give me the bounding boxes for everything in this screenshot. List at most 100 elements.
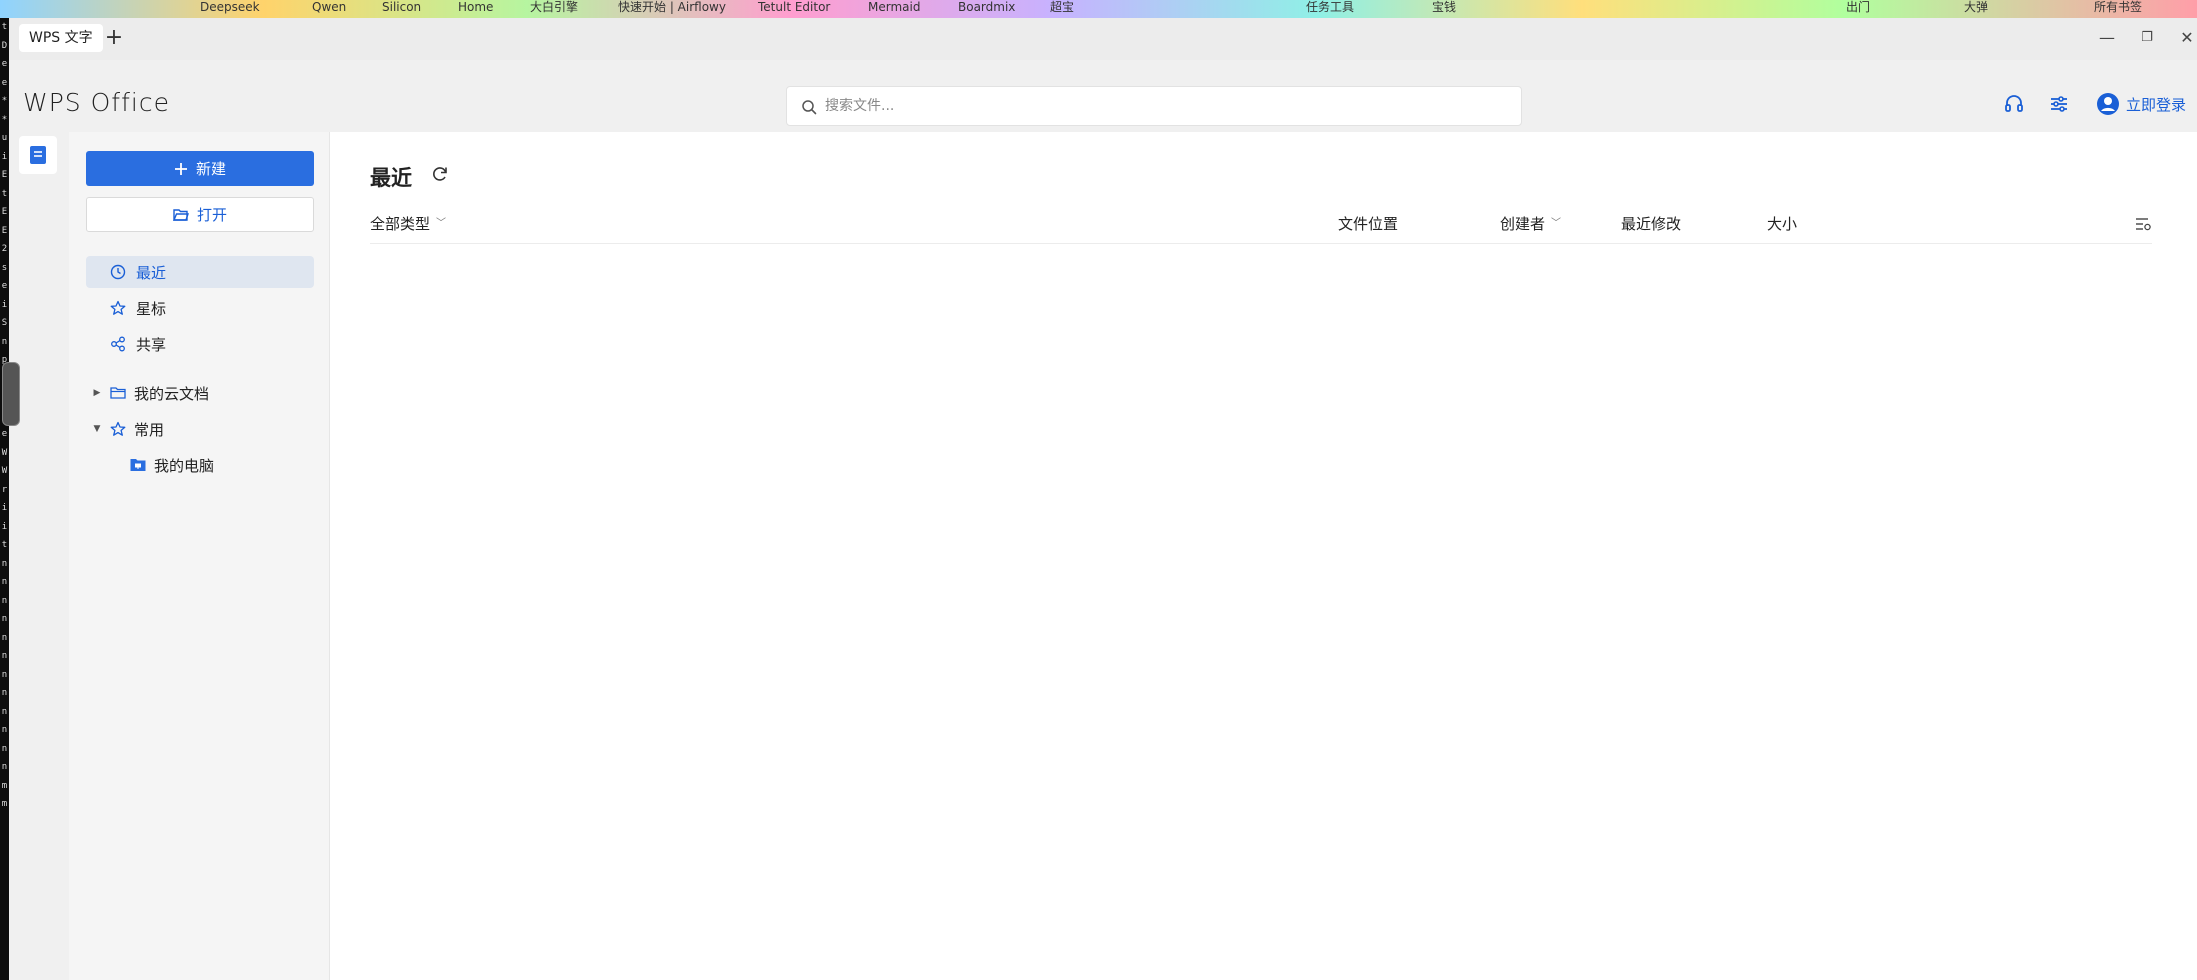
wps-logo: WPS Office — [23, 88, 170, 117]
new-button-label: 新建 — [195, 160, 226, 178]
document-icon — [30, 146, 46, 164]
terminal-char: n — [1, 558, 8, 569]
column-label: 最近修改 — [1621, 215, 1682, 233]
bookmark-item[interactable]: Boardmix — [958, 0, 1015, 18]
tab-wps-writer[interactable]: WPS 文字 — [19, 24, 103, 52]
wps-window: WPS 文字 + — ❐ ✕ WPS Office 搜索文件... 立即登录 新… — [9, 18, 2197, 980]
nav-item-recent[interactable]: 最近 — [86, 256, 314, 288]
rail-writer-button[interactable] — [19, 136, 57, 174]
column-modified[interactable]: 最近修改 — [1621, 212, 1681, 236]
login-label: 立即登录 — [2126, 95, 2187, 114]
minimize-button[interactable]: — — [2095, 28, 2119, 48]
terminal-char: n — [1, 725, 8, 735]
plus-icon — [174, 162, 187, 175]
expand-caret-icon[interactable]: ▶ — [92, 388, 102, 398]
user-avatar-icon — [2097, 93, 2119, 115]
bookmark-item[interactable]: Silicon — [382, 0, 421, 18]
bookmark-item[interactable]: 大弹 — [1964, 0, 1988, 18]
terminal-char: 2 — [1, 244, 8, 254]
bookmark-item[interactable]: 所有书签 — [2094, 0, 2142, 18]
panel-resize-handle[interactable] — [2, 362, 20, 426]
app-header: WPS Office 立即登录 — [9, 60, 2197, 132]
view-settings-icon[interactable] — [2134, 215, 2152, 233]
terminal-char: e — [1, 59, 8, 69]
tree-item-common[interactable]: ▼ 常用 — [86, 414, 164, 444]
column-label: 全部类型 — [370, 215, 431, 233]
share-icon — [111, 336, 125, 352]
terminal-char: m — [1, 780, 8, 791]
terminal-char: E — [1, 207, 8, 217]
open-button-label: 打开 — [196, 206, 227, 224]
tree-item-label: 我的云文档 — [134, 384, 210, 403]
terminal-char: i — [1, 503, 8, 513]
bookmark-item[interactable]: 超宝 — [1050, 0, 1074, 18]
terminal-char: e — [1, 281, 8, 291]
bookmark-item[interactable]: 大白引擎 — [530, 0, 578, 18]
terminal-char: D — [1, 40, 8, 51]
terminal-char: i — [1, 299, 8, 310]
login-button[interactable]: 立即登录 — [2096, 90, 2186, 118]
refresh-icon[interactable] — [430, 164, 450, 184]
nav-item-label: 共享 — [136, 335, 167, 354]
terminal-char: e — [1, 429, 8, 439]
terminal-char: n — [1, 762, 8, 772]
search-input[interactable] — [825, 87, 1505, 125]
close-button[interactable]: ✕ — [2175, 28, 2197, 48]
nav-item-share[interactable]: 共享 — [86, 328, 314, 360]
bookmark-item[interactable]: Tetult Editor — [758, 0, 830, 18]
terminal-char: n — [1, 688, 8, 698]
column-location[interactable]: 文件位置 — [1338, 212, 1398, 236]
terminal-char: i — [1, 521, 8, 532]
tree-item-my-computer[interactable]: 我的电脑 — [86, 450, 214, 480]
collapse-caret-icon[interactable]: ▼ — [92, 424, 102, 434]
new-button[interactable]: 新建 — [86, 151, 314, 186]
bookmark-item[interactable]: Home — [458, 0, 493, 18]
terminal-char: E — [1, 225, 8, 236]
bookmark-item[interactable]: 宝钱 — [1432, 0, 1456, 18]
terminal-char: m — [1, 799, 8, 809]
sidebar: 新建 打开 最近 星标 共享 ▶ 我的云文档 ▼ 常用 我的电脑 — [69, 132, 330, 980]
tab-bar: WPS 文字 + — ❐ ✕ — [9, 18, 2197, 60]
search-box[interactable] — [786, 86, 1522, 126]
pin-icon — [110, 421, 126, 436]
folder-icon — [110, 387, 126, 399]
column-type-filter[interactable]: 全部类型 ﹀ — [370, 212, 446, 236]
column-size[interactable]: 大小 — [1767, 212, 1797, 236]
bookmark-item[interactable]: Mermaid — [868, 0, 920, 18]
terminal-char: * — [1, 96, 8, 106]
terminal-char: r — [1, 484, 8, 495]
nav-item-label: 最近 — [136, 263, 167, 282]
terminal-char: n — [1, 577, 8, 587]
bookmark-item[interactable]: 出门 — [1846, 0, 1870, 18]
column-creator-filter[interactable]: 创建者 ﹀ — [1500, 212, 1561, 236]
restore-button[interactable]: ❐ — [2135, 28, 2159, 48]
chevron-down-icon: ﹀ — [436, 218, 447, 229]
terminal-char: n — [1, 632, 8, 643]
column-label: 大小 — [1767, 215, 1798, 233]
column-label: 文件位置 — [1338, 215, 1399, 233]
terminal-strip: tDee**uiEtEE2seiSnpedieWWriitnnnnnnnnnnn… — [0, 18, 9, 980]
terminal-char: e — [1, 77, 8, 88]
computer-folder-icon — [130, 459, 146, 471]
terminal-char: E — [1, 170, 8, 180]
bookmark-item[interactable]: 快速开始 | Airflowy — [618, 0, 726, 18]
new-tab-button[interactable]: + — [101, 26, 127, 52]
headset-icon[interactable] — [2002, 92, 2026, 116]
browser-bookmark-bar: Deepseek Qwen Silicon Home 大白引擎 快速开始 | A… — [0, 0, 2197, 18]
nav-item-star[interactable]: 星标 — [86, 292, 314, 324]
bookmark-item[interactable]: Deepseek — [200, 0, 260, 18]
open-button[interactable]: 打开 — [86, 197, 314, 232]
terminal-char: t — [1, 188, 8, 199]
bookmark-item[interactable]: 任务工具 — [1306, 0, 1354, 18]
sliders-icon[interactable] — [2047, 92, 2071, 116]
file-list-header: 全部类型 ﹀ 文件位置 创建者 ﹀ 最近修改 大小 — [370, 212, 2152, 244]
bookmark-item[interactable]: Qwen — [312, 0, 346, 18]
main-panel: 最近 全部类型 ﹀ 文件位置 创建者 ﹀ 最近修改 大小 — [330, 132, 2197, 980]
tree-item-label: 常用 — [134, 420, 165, 439]
terminal-char: W — [1, 447, 8, 458]
terminal-char: n — [1, 706, 8, 717]
column-label: 创建者 — [1500, 215, 1546, 233]
terminal-char: t — [1, 22, 8, 32]
terminal-char: W — [1, 466, 8, 476]
tree-item-cloud-docs[interactable]: ▶ 我的云文档 — [86, 378, 209, 408]
